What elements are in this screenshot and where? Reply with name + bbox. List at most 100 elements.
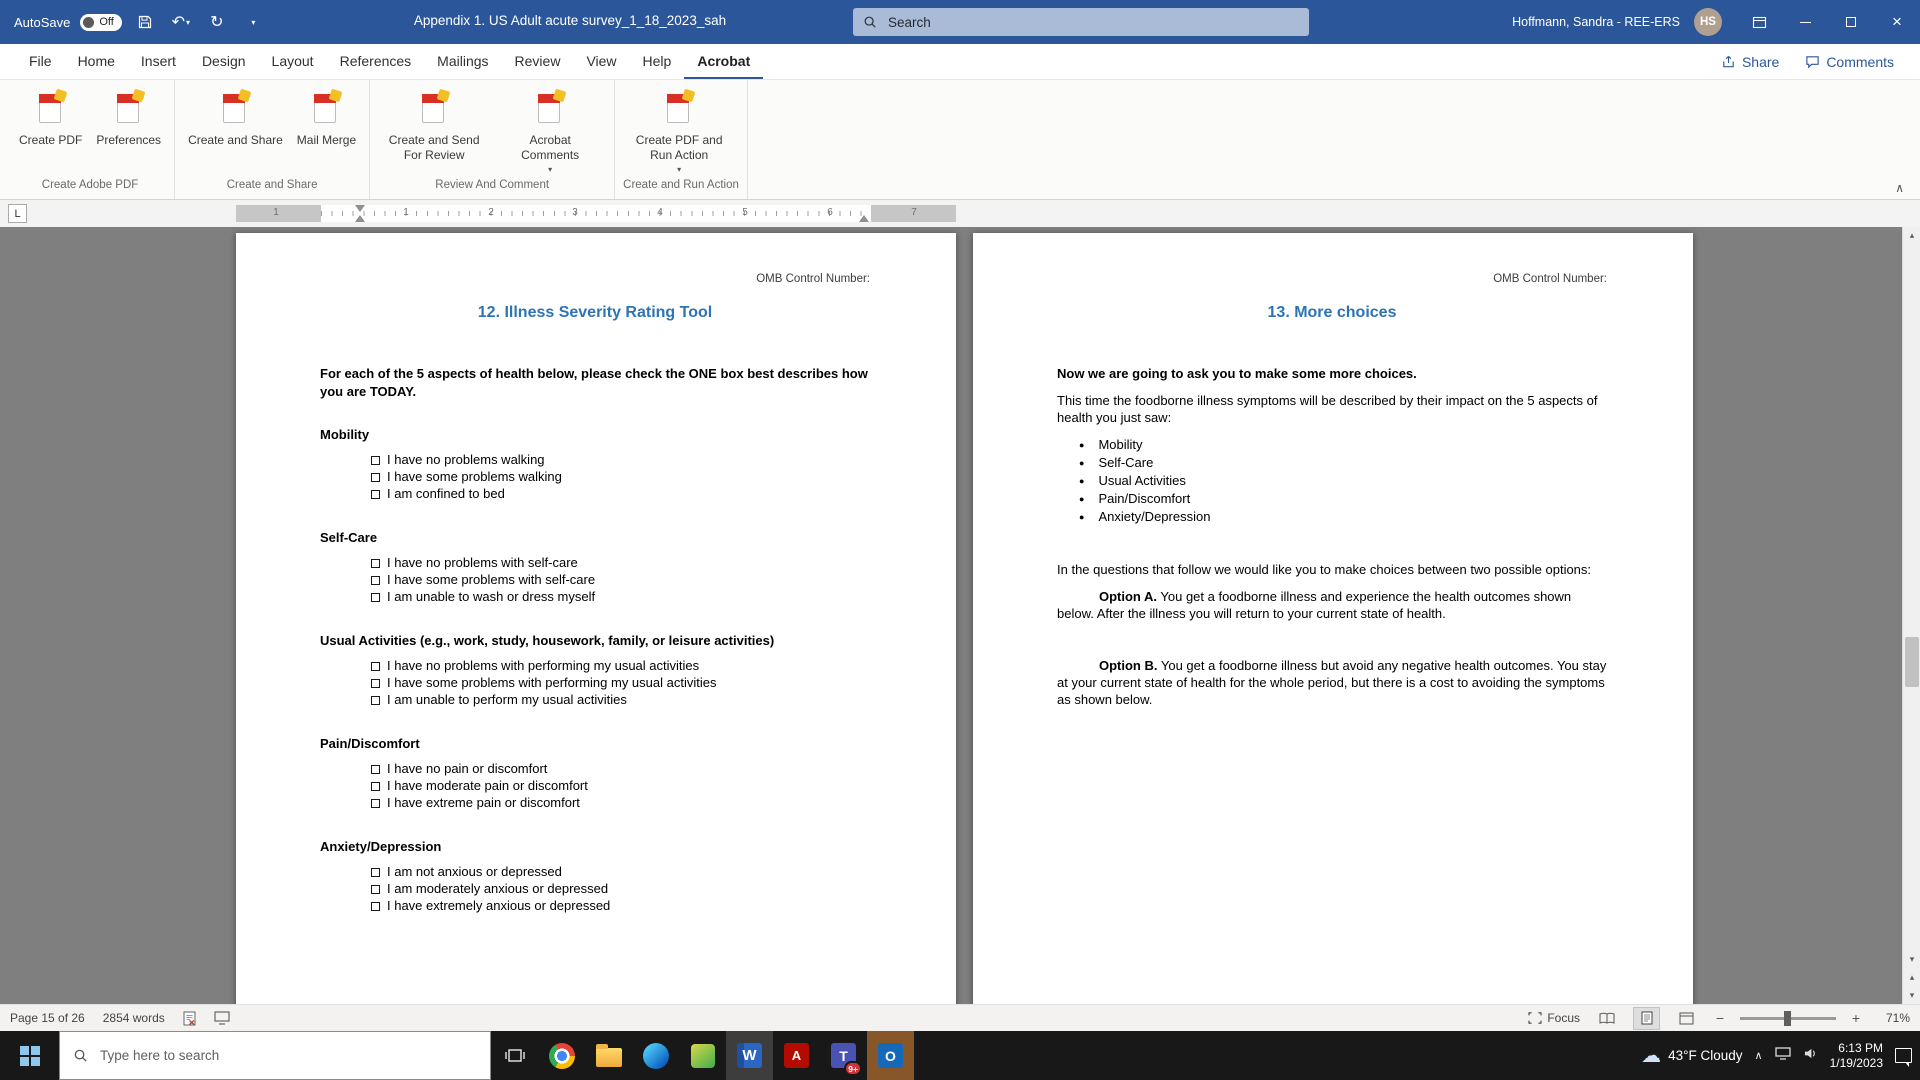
ribbon-display-icon	[1752, 15, 1767, 30]
proofing-errors-button[interactable]	[183, 1011, 196, 1026]
search-icon	[863, 15, 877, 29]
tab-design[interactable]: Design	[189, 44, 259, 79]
taskbar-clock[interactable]: 6:13 PM 1/19/2023	[1830, 1041, 1883, 1071]
maximize-icon	[1846, 17, 1856, 27]
document-page-15[interactable]: OMB Control Number: 12. Illness Severity…	[236, 233, 956, 1004]
ruler-number: 7	[911, 207, 917, 218]
minimize-button[interactable]	[1782, 0, 1828, 44]
create-pdf-and-run-action-button[interactable]: Create PDF and Run Action ▾	[623, 84, 735, 174]
zoom-slider[interactable]	[1740, 1017, 1836, 1020]
first-line-indent-marker[interactable]	[355, 205, 365, 212]
start-button[interactable]	[0, 1031, 59, 1080]
maximize-button[interactable]	[1828, 0, 1874, 44]
tab-references[interactable]: References	[327, 44, 425, 79]
previous-page-button[interactable]: ▴	[1903, 969, 1920, 986]
windows-taskbar: W A T 9+ O ☁ 43°F Cloudy ∧ 6:13 PM 1/19/…	[0, 1031, 1920, 1080]
page-number-indicator[interactable]: Page 15 of 26	[10, 1011, 85, 1025]
comments-button[interactable]: Comments	[1805, 54, 1894, 70]
outlook-taskbar-button[interactable]: O	[867, 1031, 914, 1080]
focus-mode-button[interactable]: Focus	[1528, 1011, 1580, 1025]
ruler-number: 4	[657, 207, 663, 218]
share-button[interactable]: Share	[1721, 54, 1779, 70]
option-text: I am moderately anxious or depressed	[387, 881, 608, 896]
chrome-taskbar-button[interactable]	[538, 1031, 585, 1080]
option-b-paragraph: Option B. You get a foodborne illness bu…	[1057, 657, 1607, 708]
tab-view[interactable]: View	[573, 44, 629, 79]
network-tray-button[interactable]	[1775, 1047, 1791, 1065]
tray-expand-button[interactable]: ∧	[1755, 1049, 1763, 1062]
tab-help[interactable]: Help	[630, 44, 685, 79]
acrobat-taskbar-button[interactable]: A	[773, 1031, 820, 1080]
taskbar-search-input[interactable]	[98, 1047, 477, 1064]
create-and-send-for-review-button[interactable]: Create and Send For Review	[378, 84, 490, 163]
comments-icon	[1805, 54, 1820, 69]
statusbar-right: Focus − + 71%	[1528, 1007, 1910, 1030]
ribbon-button-label: Create and Send For Review	[383, 133, 485, 163]
zoom-in-button[interactable]: +	[1849, 1010, 1863, 1026]
ruler-number: 1	[403, 207, 409, 218]
tab-home[interactable]: Home	[65, 44, 128, 79]
volume-tray-button[interactable]	[1803, 1047, 1818, 1065]
ribbon-display-options-button[interactable]	[1736, 0, 1782, 44]
tab-file[interactable]: File	[16, 44, 65, 79]
undo-button[interactable]: ↶▾	[168, 7, 194, 37]
zoom-out-button[interactable]: −	[1713, 1010, 1727, 1026]
autosave-toggle[interactable]: Off	[80, 14, 121, 31]
horizontal-ruler[interactable]: 1 1 2 3 4 5 6 7	[236, 205, 956, 222]
word-count-indicator[interactable]: 2854 words	[103, 1011, 165, 1025]
right-indent-marker[interactable]	[859, 215, 869, 222]
pinned-app-taskbar-button[interactable]	[679, 1031, 726, 1080]
preferences-button[interactable]: Preferences	[91, 84, 166, 148]
scroll-down-button[interactable]: ▾	[1903, 951, 1920, 968]
customize-quick-access-button[interactable]: ▾	[240, 7, 266, 37]
document-page-16[interactable]: OMB Control Number: 13. More choices Now…	[973, 233, 1693, 1004]
edge-taskbar-button[interactable]	[632, 1031, 679, 1080]
account-name[interactable]: Hoffmann, Sandra - REE-ERS	[1512, 15, 1680, 29]
ruler[interactable]: L 1 1 2 3 4 5 6 7	[0, 200, 1920, 227]
task-view-button[interactable]	[491, 1031, 538, 1080]
checkbox-option: I have no problems with performing my us…	[371, 657, 870, 674]
acrobat-comments-button[interactable]: Acrobat Comments ▾	[494, 84, 606, 174]
survey-section-pain-discomfort: Pain/Discomfort I have no pain or discom…	[320, 735, 870, 811]
teams-taskbar-button[interactable]: T 9+	[820, 1031, 867, 1080]
tab-layout[interactable]: Layout	[259, 44, 327, 79]
create-and-share-button[interactable]: Create and Share	[183, 84, 288, 148]
tab-stop-icon: L	[14, 208, 20, 220]
zoom-level[interactable]: 71%	[1876, 1011, 1910, 1025]
tab-review[interactable]: Review	[502, 44, 574, 79]
file-explorer-taskbar-button[interactable]	[585, 1031, 632, 1080]
tab-acrobat[interactable]: Acrobat	[684, 44, 763, 79]
redo-button[interactable]: ↻	[204, 7, 230, 37]
save-button[interactable]	[132, 7, 158, 37]
read-mode-button[interactable]	[1593, 1007, 1620, 1030]
checkbox-icon	[371, 662, 380, 671]
scroll-up-button[interactable]: ▴	[1903, 227, 1920, 244]
section-heading: Pain/Discomfort	[320, 735, 870, 752]
tab-stop-selector[interactable]: L	[8, 204, 27, 223]
avatar[interactable]: HS	[1694, 8, 1722, 36]
checkbox-option: I have extreme pain or discomfort	[371, 794, 870, 811]
zoom-slider-thumb[interactable]	[1784, 1011, 1791, 1026]
comments-label: Comments	[1826, 54, 1894, 70]
titlebar-search-box[interactable]	[853, 8, 1309, 36]
accessibility-checker-button[interactable]	[214, 1011, 230, 1025]
next-page-button[interactable]: ▾	[1903, 987, 1920, 1004]
close-button[interactable]: ×	[1874, 0, 1920, 44]
tab-mailings[interactable]: Mailings	[424, 44, 501, 79]
taskbar-search-box[interactable]	[59, 1031, 491, 1080]
mail-merge-button[interactable]: Mail Merge	[292, 84, 361, 148]
create-pdf-button[interactable]: Create PDF	[14, 84, 87, 148]
vertical-scrollbar[interactable]: ▴ ▾ ▴ ▾	[1902, 227, 1920, 1004]
tab-insert[interactable]: Insert	[128, 44, 189, 79]
option-text: I have extreme pain or discomfort	[387, 795, 580, 810]
weather-widget[interactable]: ☁ 43°F Cloudy	[1641, 1046, 1742, 1066]
print-layout-button[interactable]	[1633, 1007, 1660, 1030]
hanging-indent-marker[interactable]	[355, 215, 365, 222]
action-center-button[interactable]	[1895, 1048, 1912, 1063]
collapse-ribbon-button[interactable]: ∧	[1895, 181, 1904, 195]
search-input[interactable]	[886, 14, 1299, 31]
word-taskbar-button[interactable]: W	[726, 1031, 773, 1080]
web-layout-button[interactable]	[1673, 1007, 1700, 1030]
scrollbar-thumb[interactable]	[1905, 637, 1919, 687]
checkbox-icon	[371, 593, 380, 602]
